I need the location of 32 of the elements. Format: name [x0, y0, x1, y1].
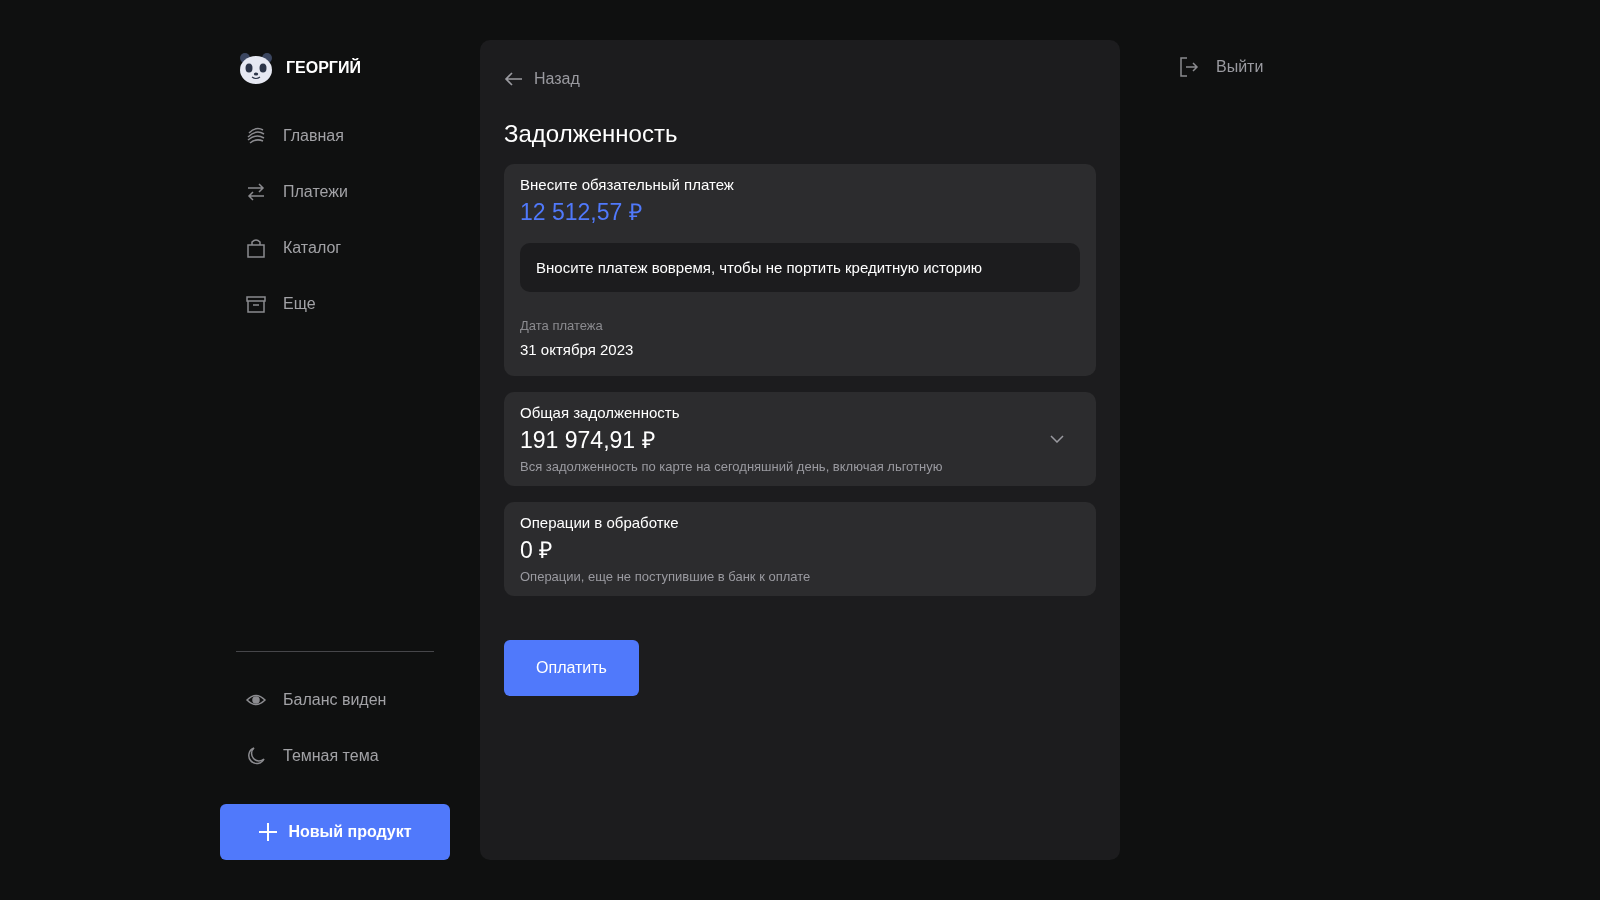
settings-item[interactable]: Баланс виден — [220, 672, 450, 728]
notice-banner: Вносите платеж вовремя, чтобы не портить кредитную историю — [520, 243, 1080, 292]
user-name: ГЕОРГИЙ — [286, 59, 361, 77]
pay-button[interactable]: Оплатить — [504, 640, 639, 696]
new-product-button[interactable]: Новый продукт — [220, 804, 450, 860]
archive-box-icon — [245, 293, 267, 315]
card-label: Операции в обработке — [520, 514, 680, 531]
nav-item[interactable]: Еще — [220, 276, 450, 332]
arrows-icon — [245, 181, 267, 203]
chevron-icon[interactable] — [1050, 435, 1064, 443]
logout-icon — [1178, 56, 1200, 78]
card-note: Вся задолженность по карте на сегодняшний день, включая льготную — [520, 459, 943, 474]
moon-icon — [245, 745, 267, 767]
date-label: Дата платежа — [520, 318, 604, 333]
waves-icon — [245, 125, 267, 147]
card-label: Внесите обязательный платеж — [520, 176, 735, 193]
payment-amount: 12 512,57 ₽ — [520, 198, 643, 227]
card-note: Операции, еще не поступившие в банк к оплате — [520, 569, 811, 584]
card-label: Общая задолженность — [520, 404, 681, 421]
amount: 0 ₽ — [520, 536, 554, 565]
nav-item[interactable]: Главная — [220, 108, 450, 164]
bag-icon — [245, 237, 267, 259]
page-title: Задолженность — [504, 120, 678, 148]
plus-icon — [258, 822, 279, 842]
back-link[interactable]: Назад — [504, 66, 580, 92]
settings-item[interactable]: Темная тема — [220, 728, 450, 784]
logout-link[interactable]: Выйти — [1178, 56, 1264, 78]
nav-item[interactable]: Каталог — [220, 220, 450, 276]
nav-item[interactable]: Платежи — [220, 164, 450, 220]
amount: 191 974,91 ₽ — [520, 426, 656, 455]
payment-date: 31 октября 2023 — [520, 341, 635, 360]
panda-avatar-icon — [238, 51, 274, 85]
